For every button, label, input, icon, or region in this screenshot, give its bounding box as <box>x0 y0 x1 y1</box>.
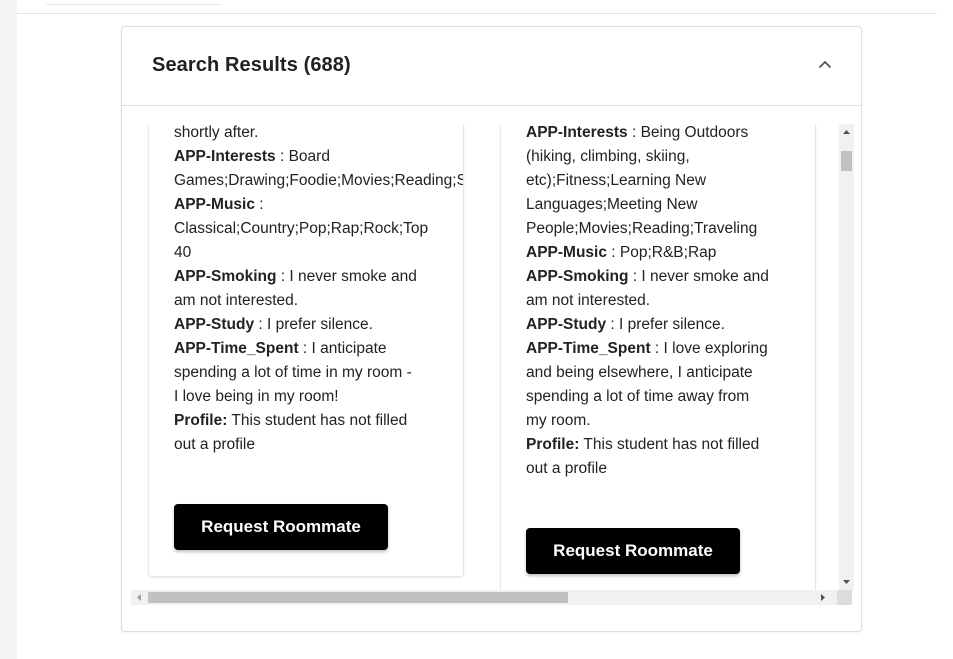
card-line: APP-Interests : Being Outdoors <box>526 125 788 145</box>
field-value: etc);Fitness;Learning New <box>526 172 707 189</box>
card-line: APP-Time_Spent : I anticipate <box>174 337 463 361</box>
chevron-up-icon <box>818 60 832 69</box>
collapse-button[interactable] <box>809 49 841 81</box>
card-line: Games;Drawing;Foodie;Movies;Reading;Sig <box>174 169 464 193</box>
scroll-right-button[interactable] <box>815 590 831 605</box>
field-value: : I anticipate <box>298 340 387 357</box>
result-card: shortly after.APP-Interests : Being Outd… <box>500 125 816 593</box>
field-value: am not interested. <box>174 292 299 309</box>
arrow-up-icon <box>843 130 850 134</box>
top-divider <box>17 13 937 14</box>
field-value: This student has not filled <box>579 436 760 453</box>
card-line: am not interested. <box>526 289 788 313</box>
card-line: APP-Study : I prefer silence. <box>526 313 788 337</box>
field-value: : I never smoke and <box>628 268 769 285</box>
card-line: APP-Smoking : I never smoke and <box>526 265 788 289</box>
panel-title: Search Results (688) <box>152 54 351 76</box>
card-line: Profile: This student has not filled <box>526 433 788 457</box>
field-value: : Pop;R&B;Rap <box>606 244 717 261</box>
scroll-up-button[interactable] <box>839 124 854 140</box>
card-line: I love being in my room! <box>174 385 463 409</box>
result-card: clean up after making a mess,shortly aft… <box>148 125 464 577</box>
card-details: clean up after making a mess,shortly aft… <box>174 125 464 457</box>
field-value: out a profile <box>526 460 607 477</box>
field-label: APP-Music <box>174 196 255 213</box>
field-value: 40 <box>174 244 192 261</box>
field-value: I love being in my room! <box>174 388 339 405</box>
scrollbar-corner <box>837 590 852 605</box>
field-value: out a profile <box>174 436 255 453</box>
arrow-down-icon <box>843 580 850 584</box>
field-value: : <box>254 196 264 213</box>
field-label: APP-Study <box>526 316 607 333</box>
field-value: Classical;Country;Pop;Rap;Rock;Top <box>174 220 429 237</box>
top-tab <box>46 0 220 5</box>
card-line: People;Movies;Reading;Traveling <box>526 217 788 241</box>
field-label: APP-Music <box>526 244 607 261</box>
field-label: APP-Interests <box>526 125 628 141</box>
vertical-scroll-thumb[interactable] <box>841 151 852 171</box>
card-line: APP-Time_Spent : I love exploring <box>526 337 788 361</box>
field-label: APP-Smoking <box>526 268 629 285</box>
search-results-panel: Search Results (688) clean up after maki… <box>121 26 862 632</box>
field-value: : I prefer silence. <box>254 316 373 333</box>
card-line: out a profile <box>174 433 463 457</box>
card-line: spending a lot of time away from <box>526 385 788 409</box>
card-line: APP-Smoking : I never smoke and <box>174 265 463 289</box>
field-value: (hiking, climbing, skiing, <box>526 148 690 165</box>
results-scroll-area[interactable]: clean up after making a mess,shortly aft… <box>128 125 853 593</box>
scroll-down-button[interactable] <box>839 574 854 590</box>
field-value: my room. <box>526 412 591 429</box>
card-line: APP-Music : <box>174 193 463 217</box>
left-rail <box>0 0 17 659</box>
horizontal-scrollbar[interactable] <box>131 590 852 605</box>
card-line: and being elsewhere, I anticipate <box>526 361 788 385</box>
field-value: am not interested. <box>526 292 651 309</box>
panel-header: Search Results (688) <box>122 27 861 106</box>
field-label: Profile: <box>526 436 580 453</box>
field-value: Languages;Meeting New <box>526 196 698 213</box>
card-line: Languages;Meeting New <box>526 193 788 217</box>
field-value: This student has not filled <box>227 412 408 429</box>
card-line: out a profile <box>526 457 788 481</box>
field-label: APP-Interests <box>174 148 276 165</box>
card-line: shortly after. <box>174 125 463 145</box>
field-value: : Being Outdoors <box>627 125 749 141</box>
scroll-left-button[interactable] <box>131 590 147 605</box>
field-label: APP-Study <box>174 316 255 333</box>
card-line: APP-Interests : Board <box>174 145 463 169</box>
field-value: : I never smoke and <box>276 268 417 285</box>
field-value: Games;Drawing;Foodie;Movies;Reading;Sig <box>174 172 464 189</box>
field-value: shortly after. <box>174 125 259 141</box>
card-line: Profile: This student has not filled <box>174 409 463 433</box>
card-line: 40 <box>174 241 463 265</box>
field-value: People;Movies;Reading;Traveling <box>526 220 758 237</box>
arrow-left-icon <box>137 594 141 601</box>
card-line: spending a lot of time in my room - <box>174 361 463 385</box>
field-value: : I love exploring <box>650 340 768 357</box>
card-details: shortly after.APP-Interests : Being Outd… <box>526 125 788 481</box>
card-line: am not interested. <box>174 289 463 313</box>
request-roommate-button[interactable]: Request Roommate <box>526 528 740 574</box>
field-label: APP-Smoking <box>174 268 277 285</box>
field-value: : I prefer silence. <box>606 316 725 333</box>
field-value: spending a lot of time away from <box>526 388 750 405</box>
request-roommate-button[interactable]: Request Roommate <box>174 504 388 550</box>
horizontal-scroll-thumb[interactable] <box>148 592 568 603</box>
card-line: (hiking, climbing, skiing, <box>526 145 788 169</box>
field-value: : Board <box>275 148 330 165</box>
arrow-right-icon <box>821 594 825 601</box>
field-label: APP-Time_Spent <box>174 340 299 357</box>
field-value: and being elsewhere, I anticipate <box>526 364 753 381</box>
field-label: APP-Time_Spent <box>526 340 651 357</box>
vertical-scrollbar[interactable] <box>839 124 854 590</box>
card-line: etc);Fitness;Learning New <box>526 169 788 193</box>
field-label: Profile: <box>174 412 228 429</box>
card-line: APP-Study : I prefer silence. <box>174 313 463 337</box>
field-value: spending a lot of time in my room - <box>174 364 412 381</box>
card-line: APP-Music : Pop;R&B;Rap <box>526 241 788 265</box>
card-line: Classical;Country;Pop;Rap;Rock;Top <box>174 217 463 241</box>
card-line: my room. <box>526 409 788 433</box>
